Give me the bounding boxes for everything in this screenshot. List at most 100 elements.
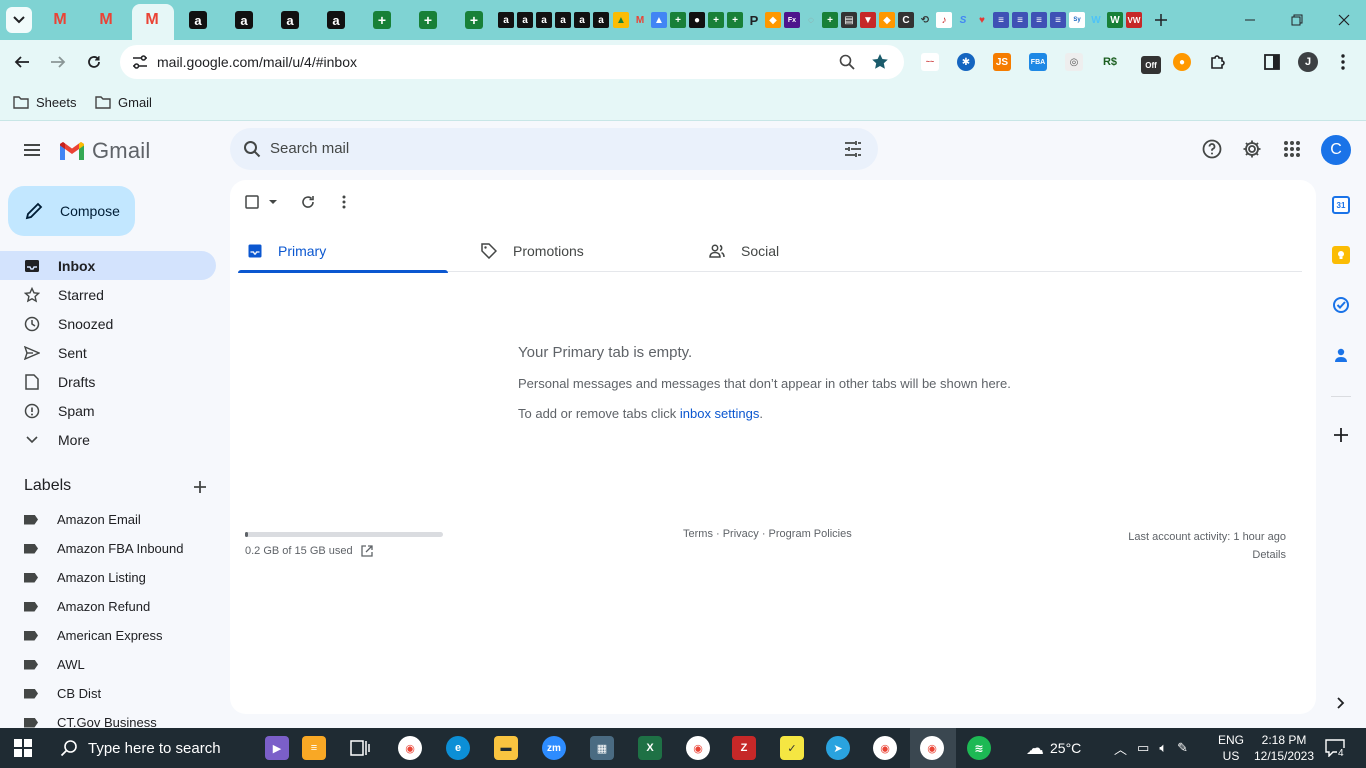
account-avatar[interactable]: C <box>1321 135 1351 165</box>
sheets-tab-icon[interactable]: + <box>708 12 724 28</box>
sheets-tab-icon[interactable]: + <box>727 12 743 28</box>
inbox-settings-link[interactable]: inbox settings <box>680 406 760 421</box>
label-item[interactable]: CB Dist <box>0 679 230 708</box>
tab-social[interactable]: Social <box>699 230 779 272</box>
extension-fba-icon[interactable]: FBA <box>1029 53 1047 71</box>
clapper-app-icon[interactable]: ▶ <box>265 736 289 760</box>
nav-item-inbox[interactable]: Inbox <box>0 251 216 280</box>
tab-promotions[interactable]: Promotions <box>471 230 584 272</box>
label-item[interactable]: Amazon Email <box>0 505 230 534</box>
amazon-tab-icon[interactable]: a <box>517 12 533 28</box>
address-bar[interactable]: mail.google.com/mail/u/4/#inbox <box>120 45 904 79</box>
google-apps-button[interactable] <box>1280 137 1304 161</box>
list-tab-icon[interactable]: ≡ <box>1012 12 1028 28</box>
amazon-tab-icon[interactable]: a <box>281 11 299 29</box>
nav-item-sent[interactable]: Sent <box>0 338 216 367</box>
excel-app-icon[interactable]: X <box>638 736 662 760</box>
chrome-profile-app-icon[interactable]: ◉ <box>873 736 897 760</box>
calendar-icon[interactable]: 31 <box>1332 196 1350 214</box>
new-tab-button[interactable] <box>1149 8 1173 32</box>
notification-center[interactable]: 4 <box>1325 728 1353 768</box>
app-tab-icon[interactable]: ◆ <box>765 12 781 28</box>
url-text[interactable]: mail.google.com/mail/u/4/#inbox <box>157 54 357 70</box>
calculator-app-icon[interactable]: ▦ <box>590 736 614 760</box>
app-tab-icon[interactable]: ♪ <box>936 12 952 28</box>
system-tray-icons[interactable]: ︿ ▭ 🔈︎ ✎ <box>1114 728 1188 768</box>
settings-button[interactable] <box>1240 137 1264 161</box>
search-icon[interactable] <box>243 140 261 158</box>
s-tab-icon[interactable]: S <box>955 12 971 28</box>
extensions-puzzle-button[interactable] <box>1209 53 1227 71</box>
refresh-button[interactable] <box>296 190 320 214</box>
tab-search-button[interactable] <box>6 7 32 33</box>
chrome-profile-app-icon[interactable]: ◉ <box>686 736 710 760</box>
drive-tab-icon[interactable]: ▲ <box>651 12 667 28</box>
search-input[interactable]: Search mail <box>270 140 349 157</box>
select-all-checkbox[interactable] <box>242 190 282 214</box>
gmail-tab-icon[interactable]: M <box>51 11 69 29</box>
amazon-tab-icon[interactable]: a <box>498 12 514 28</box>
extension-icon[interactable]: ~~ <box>921 53 939 71</box>
tasks-icon[interactable] <box>1332 296 1350 314</box>
sheets-tab-icon[interactable]: + <box>465 11 483 29</box>
app-tab-icon[interactable]: C <box>898 12 914 28</box>
bookmark-folder-gmail[interactable]: Gmail <box>95 92 152 112</box>
gmail-tab-icon[interactable]: M <box>143 11 161 29</box>
task-view-icon[interactable] <box>348 736 372 760</box>
show-side-panel-button[interactable] <box>1332 694 1350 712</box>
app-tab-icon[interactable]: ● <box>689 12 705 28</box>
file-explorer-icon[interactable]: ▬ <box>494 736 518 760</box>
extension-rs-icon[interactable]: R$ <box>1101 53 1119 71</box>
footer-links[interactable]: Terms · Privacy · Program Policies <box>683 528 852 540</box>
extension-js-icon[interactable]: JS <box>993 53 1011 71</box>
label-item[interactable]: Amazon Listing <box>0 563 230 592</box>
pen-icon[interactable]: ✎ <box>1177 740 1188 756</box>
list-tab-icon[interactable]: ≡ <box>1031 12 1047 28</box>
bookmark-star-icon[interactable] <box>871 53 889 71</box>
extension-off-icon[interactable]: Off <box>1141 56 1161 74</box>
spotify-app-icon[interactable]: ≋ <box>967 736 991 760</box>
clock[interactable]: 2:18 PM 12/15/2023 <box>1252 728 1316 768</box>
sheets-tab-icon[interactable]: + <box>670 12 686 28</box>
amazon-tab-icon[interactable]: a <box>327 11 345 29</box>
volume-icon[interactable]: 🔈︎ <box>1159 740 1167 756</box>
bookmark-folder-sheets[interactable]: Sheets <box>13 92 76 112</box>
history-tab-icon[interactable]: ⟲ <box>917 12 933 28</box>
battery-icon[interactable]: ▭ <box>1137 740 1149 756</box>
app-tab-icon[interactable]: ▤ <box>841 12 857 28</box>
sheets-tab-icon[interactable]: + <box>822 12 838 28</box>
weather-widget[interactable]: ☁ 25°C <box>1026 728 1081 768</box>
chevron-up-icon[interactable]: ︿ <box>1114 739 1127 758</box>
filezilla-app-icon[interactable]: Z <box>732 736 756 760</box>
back-button[interactable] <box>10 50 34 74</box>
amazon-tab-icon[interactable]: a <box>235 11 253 29</box>
browser-profile-avatar[interactable]: J <box>1298 52 1318 72</box>
sheets-tab-icon[interactable]: + <box>419 11 437 29</box>
fedex-tab-icon[interactable]: Fx <box>784 12 800 28</box>
external-link-icon[interactable] <box>360 545 373 557</box>
p-tab-icon[interactable]: P <box>746 12 762 28</box>
extension-icon[interactable]: ● <box>1173 53 1191 71</box>
contacts-icon[interactable] <box>1332 346 1350 364</box>
main-menu-icon[interactable] <box>20 138 44 162</box>
tab-primary[interactable]: Primary <box>238 230 448 273</box>
language-indicator[interactable]: ENG US <box>1218 728 1244 768</box>
compose-button[interactable]: Compose <box>8 186 135 236</box>
label-item[interactable]: AWL <box>0 650 230 679</box>
nav-item-drafts[interactable]: Drafts <box>0 367 216 396</box>
windows-start-icon[interactable] <box>14 739 32 757</box>
activity-details-link[interactable]: Details <box>1128 546 1286 564</box>
site-settings-icon[interactable] <box>132 55 148 69</box>
support-button[interactable] <box>1200 137 1224 161</box>
app-tab-icon[interactable]: W <box>1107 12 1123 28</box>
w-tab-icon[interactable]: W <box>1088 12 1104 28</box>
sticky-notes-app-icon[interactable]: ✓ <box>780 736 804 760</box>
forward-button[interactable] <box>46 50 70 74</box>
amazon-tab-icon[interactable]: a <box>555 12 571 28</box>
app-tab-icon[interactable]: ◆ <box>879 12 895 28</box>
app-tab-icon[interactable]: ◌ <box>803 12 819 28</box>
extension-icon[interactable]: ✱ <box>957 53 975 71</box>
search-options-icon[interactable] <box>844 140 862 158</box>
chrome-app-icon[interactable]: ◉ <box>398 736 422 760</box>
drive-tab-icon[interactable]: ▲ <box>613 12 629 28</box>
